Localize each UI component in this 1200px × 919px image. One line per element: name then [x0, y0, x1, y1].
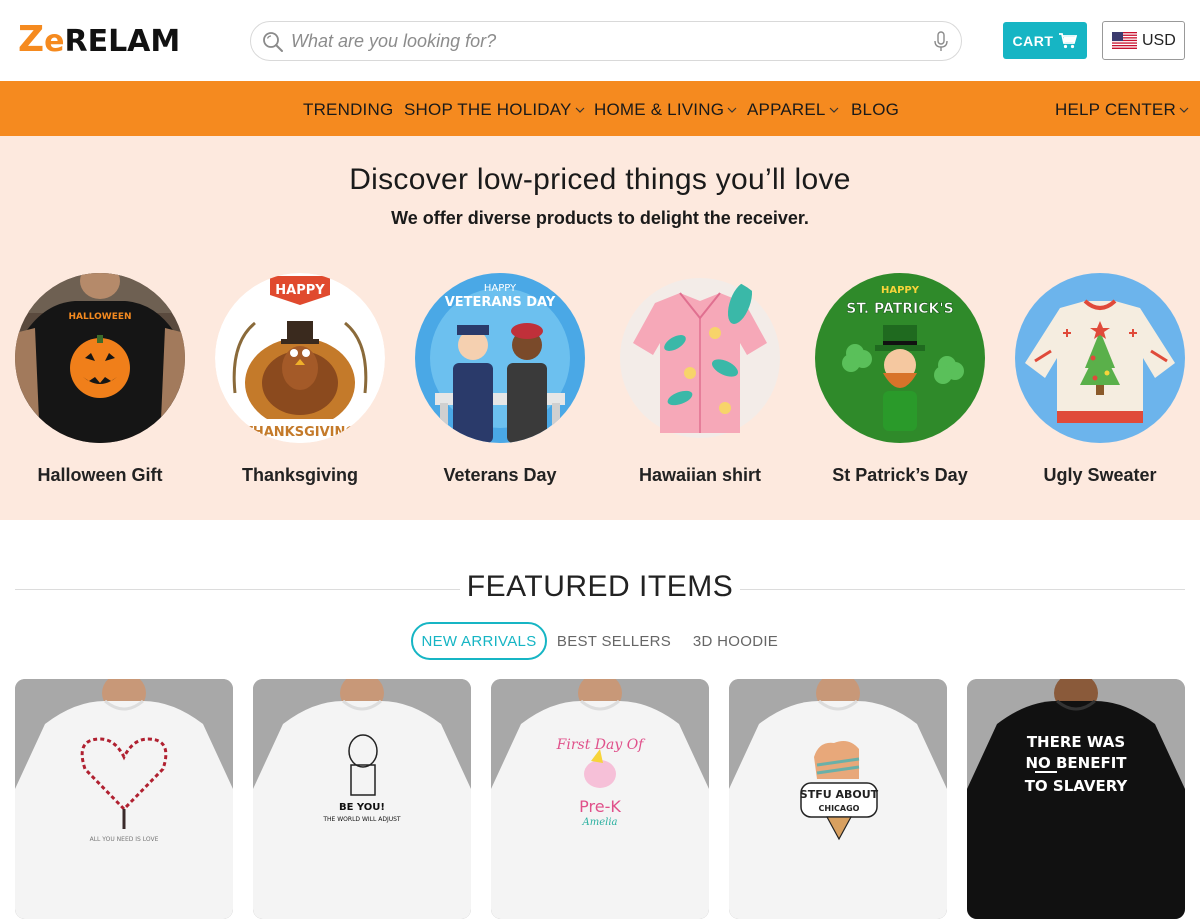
featured-title: FEATURED ITEMS	[466, 570, 734, 603]
logo-letter-e: e	[44, 24, 65, 59]
nav-item-label: HELP CENTER	[1055, 100, 1176, 119]
search-icon[interactable]	[261, 30, 285, 54]
thanksgiving-banner-text: THANKSGIVING	[244, 425, 356, 440]
chevron-down-icon	[1179, 107, 1189, 113]
category-image[interactable]	[615, 273, 785, 443]
category-image[interactable]: HAPPY VETERANS DAY	[415, 273, 585, 443]
nav-item-label: APPAREL	[747, 100, 826, 119]
logo-letter-z: Z	[18, 19, 45, 60]
halloween-shirt-image: HALLOWEEN	[15, 273, 185, 443]
thanksgiving-happy-text: HAPPY	[275, 283, 325, 298]
category-label[interactable]: Hawaiian shirt	[615, 465, 785, 486]
cart-label: CART	[1012, 32, 1054, 49]
veterans-day-image: HAPPY VETERANS DAY	[415, 273, 585, 443]
product-image: STFU ABOUT CHICAGO	[729, 679, 947, 919]
shopping-cart-icon	[1059, 32, 1078, 48]
product-print-text-3: TO SLAVERY	[1025, 777, 1129, 795]
category-label[interactable]: St Patrick’s Day	[815, 465, 985, 486]
logo-text-rest: RELAM	[64, 24, 181, 59]
ugly-sweater-image	[1015, 273, 1185, 443]
category-image[interactable]: HAPPY THANKSGIVING	[215, 273, 385, 443]
product-card[interactable]: First Day Of Pre-K Amelia	[491, 679, 709, 919]
tab-new-arrivals[interactable]: NEW ARRIVALS	[411, 622, 547, 660]
product-image: ALL YOU NEED IS LOVE	[15, 679, 233, 919]
st-patricks-happy-text: HAPPY	[881, 285, 920, 296]
category-label[interactable]: Thanksgiving	[215, 465, 385, 486]
category-st-patricks-day[interactable]: HAPPY ST. PATRICK'S St Patrick’s Day	[815, 273, 985, 486]
product-card[interactable]: BE YOU! THE WORLD WILL ADJUST	[253, 679, 471, 919]
us-flag-icon	[1112, 32, 1137, 49]
hero-section: Discover low-priced things you’ll love W…	[0, 136, 1200, 520]
microphone-icon[interactable]	[933, 31, 949, 53]
nav-item-help-center[interactable]: HELP CENTER	[1055, 100, 1189, 120]
hero-subtitle: We offer diverse products to delight the…	[391, 208, 809, 228]
product-card[interactable]: STFU ABOUT CHICAGO	[729, 679, 947, 919]
product-print-text: BE YOU!	[339, 802, 385, 813]
product-print-text: THERE WAS	[1027, 733, 1125, 751]
nav-item-apparel[interactable]: APPAREL	[747, 100, 839, 120]
chevron-down-icon	[829, 107, 839, 113]
category-image[interactable]: HAPPY ST. PATRICK'S	[815, 273, 985, 443]
nav-item-label: SHOP THE HOLIDAY	[404, 100, 572, 119]
st-patricks-title-text: ST. PATRICK'S	[846, 301, 953, 317]
nav-item-blog[interactable]: BLOG	[851, 100, 899, 120]
nav-item-label: HOME & LIVING	[594, 100, 725, 119]
cart-button[interactable]: CART	[1003, 22, 1087, 59]
category-veterans-day[interactable]: HAPPY VETERANS DAY Veterans Day	[415, 273, 585, 486]
nav-item-home-living[interactable]: HOME & LIVING	[594, 100, 737, 120]
chevron-down-icon	[575, 107, 585, 113]
search-input[interactable]	[291, 22, 911, 60]
product-print-text-3: Amelia	[582, 817, 618, 828]
category-ugly-sweater[interactable]: Ugly Sweater	[1015, 273, 1185, 486]
category-label[interactable]: Halloween Gift	[15, 465, 185, 486]
product-card[interactable]: THERE WAS NO BENEFIT TO SLAVERY	[967, 679, 1185, 919]
st-patricks-image: HAPPY ST. PATRICK'S	[815, 273, 985, 443]
product-print-text-2: THE WORLD WILL ADJUST	[322, 816, 401, 823]
veterans-title-text: VETERANS DAY	[445, 295, 556, 310]
nav-item-label: BLOG	[851, 100, 900, 119]
category-thanksgiving[interactable]: HAPPY THANKSGIVING Thanksgiving	[215, 273, 385, 486]
product-image: THERE WAS NO BENEFIT TO SLAVERY	[967, 679, 1185, 919]
logo-text: ZeRELAM	[18, 22, 180, 58]
product-image: First Day Of Pre-K Amelia	[491, 679, 709, 919]
hero-title: Discover low-priced things you’ll love	[349, 163, 851, 196]
tab-best-sellers[interactable]: BEST SELLERS	[551, 622, 677, 660]
product-card[interactable]: ALL YOU NEED IS LOVE	[15, 679, 233, 919]
category-hawaiian-shirt[interactable]: Hawaiian shirt	[615, 273, 785, 486]
chevron-down-icon	[727, 107, 737, 113]
nav-item-label: TRENDING	[303, 100, 394, 119]
category-label[interactable]: Veterans Day	[415, 465, 585, 486]
product-print-text-2: Pre-K	[579, 797, 621, 816]
site-header: ZeRELAM CART	[0, 0, 1200, 81]
category-image[interactable]	[1015, 273, 1185, 443]
tab-3d-hoodie[interactable]: 3D HOODIE	[683, 622, 788, 660]
product-print-text: First Day Of	[556, 737, 647, 753]
main-nav: TRENDING SHOP THE HOLIDAY HOME & LIVING …	[0, 81, 1200, 136]
hawaiian-shirt-image	[615, 273, 785, 443]
thanksgiving-turkey-image: HAPPY THANKSGIVING	[215, 273, 385, 443]
product-print-text: STFU ABOUT	[800, 788, 879, 801]
veterans-happy-text: HAPPY	[484, 283, 517, 294]
nav-item-shop-the-holiday[interactable]: SHOP THE HOLIDAY	[404, 100, 585, 120]
nav-item-trending[interactable]: TRENDING	[303, 100, 393, 120]
category-label[interactable]: Ugly Sweater	[1015, 465, 1185, 486]
currency-selector[interactable]: USD	[1102, 21, 1185, 60]
product-print-text: ALL YOU NEED IS LOVE	[90, 836, 159, 843]
site-logo[interactable]: ZeRELAM	[17, 19, 180, 61]
search-bar	[250, 21, 962, 61]
product-image: BE YOU! THE WORLD WILL ADJUST	[253, 679, 471, 919]
halloween-print-text: HALLOWEEN	[68, 312, 131, 322]
product-print-text-2: NO BENEFIT	[1025, 754, 1127, 772]
currency-label: USD	[1142, 31, 1176, 49]
product-print-text-2: CHICAGO	[819, 804, 860, 813]
category-image[interactable]: HALLOWEEN	[15, 273, 185, 443]
category-halloween-gift[interactable]: HALLOWEEN Halloween Gift	[15, 273, 185, 486]
